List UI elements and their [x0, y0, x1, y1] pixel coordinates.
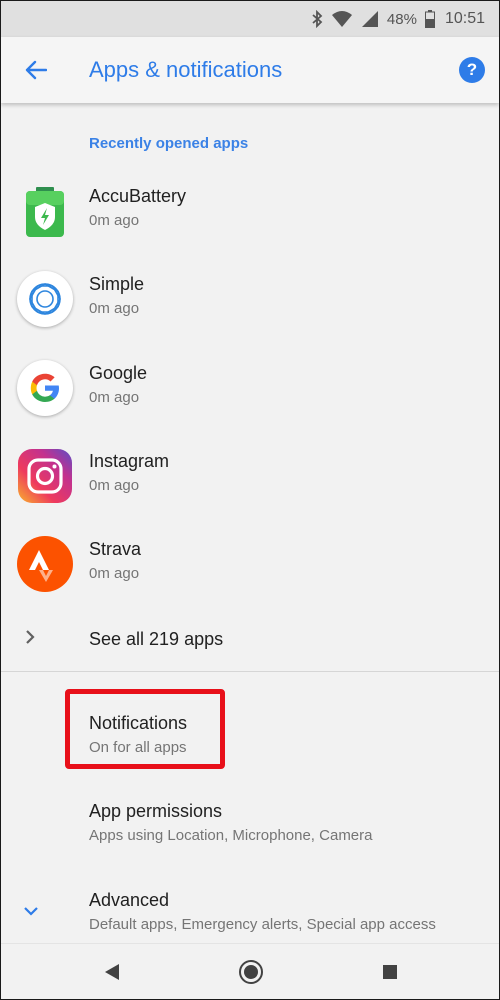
setting-summary: Apps using Location, Microphone, Camera: [89, 827, 373, 844]
see-all-apps-label: See all 219 apps: [89, 629, 224, 649]
app-item-simple[interactable]: Simple 0m ago: [1, 259, 499, 339]
wifi-icon: [331, 10, 353, 28]
back-triangle-icon[interactable]: [98, 958, 126, 986]
navigation-bar: [1, 943, 499, 999]
battery-percent: 48%: [386, 10, 417, 28]
accubattery-icon: [17, 183, 73, 239]
app-name: AccuBattery: [89, 186, 187, 206]
screen: 48% 10:51 Apps & notifications ? Recentl…: [0, 0, 500, 1000]
simple-icon: [17, 271, 73, 327]
app-name: Simple: [89, 274, 145, 294]
google-icon-wrap: [17, 360, 73, 416]
app-bar: Apps & notifications ?: [1, 37, 499, 103]
google-icon: [17, 360, 73, 416]
app-last-opened: 0m ago: [89, 565, 140, 582]
strava-icon: [17, 536, 73, 592]
app-item-accubattery[interactable]: AccuBattery 0m ago: [1, 171, 499, 251]
simple-icon-wrap: [17, 271, 73, 327]
help-icon[interactable]: ?: [459, 57, 485, 83]
app-name: Strava: [89, 539, 142, 559]
app-last-opened: 0m ago: [89, 389, 140, 406]
arrow-left-icon[interactable]: [21, 55, 51, 85]
app-item-google[interactable]: Google 0m ago: [1, 348, 499, 428]
app-last-opened: 0m ago: [89, 477, 140, 494]
divider: [1, 671, 499, 672]
recents-square-icon[interactable]: [376, 958, 404, 986]
chevron-right-icon: [23, 627, 37, 652]
app-name: Google: [89, 363, 148, 383]
status-bar: 48% 10:51: [1, 1, 499, 37]
chevron-down-icon: [21, 904, 41, 923]
clock: 10:51: [444, 10, 485, 27]
setting-title: App permissions: [89, 801, 223, 821]
app-name: Instagram: [89, 451, 170, 471]
app-item-strava[interactable]: Strava 0m ago: [1, 524, 499, 604]
app-item-instagram[interactable]: Instagram 0m ago: [1, 436, 499, 516]
app-last-opened: 0m ago: [89, 212, 140, 229]
instagram-icon: [17, 448, 73, 504]
see-all-apps-button[interactable]: See all 219 apps: [1, 613, 499, 667]
app-last-opened: 0m ago: [89, 300, 140, 317]
signal-icon: [361, 10, 379, 28]
page-title: Apps & notifications: [89, 57, 283, 82]
app-permissions-setting[interactable]: App permissions Apps using Location, Mic…: [1, 789, 499, 865]
setting-summary: Default apps, Emergency alerts, Special …: [89, 916, 436, 933]
setting-title: Advanced: [89, 890, 170, 910]
battery-icon: [424, 10, 435, 28]
home-circle-icon[interactable]: [237, 958, 265, 986]
recent-apps-header: Recently opened apps: [89, 135, 249, 152]
bluetooth-icon: [311, 10, 323, 28]
highlight-box: [65, 689, 225, 769]
